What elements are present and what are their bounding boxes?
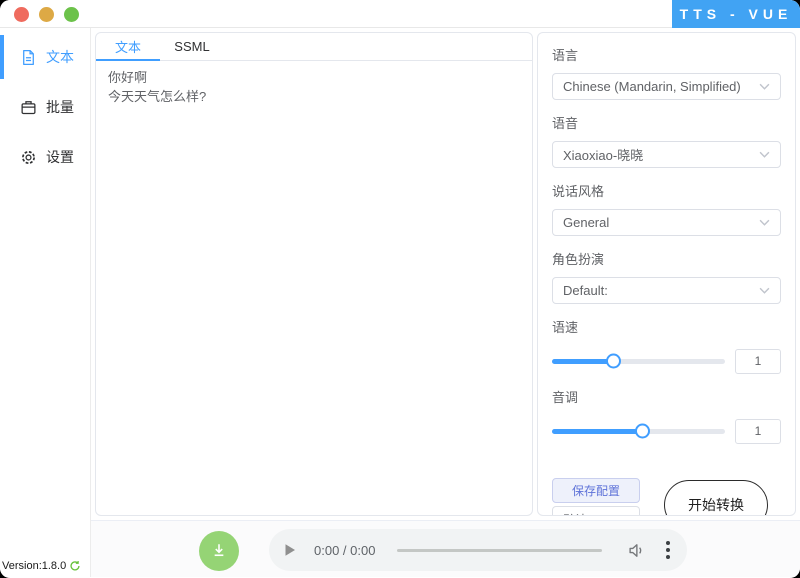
app-window: TTS - VUE 文本 批量 设置 Version:1.8.0 文本 SSML… [0,0,800,578]
pitch-label: 音调 [552,390,579,405]
config-select[interactable]: 默认 [552,506,640,517]
pitch-slider-handle[interactable] [634,423,650,439]
sidebar-item-settings[interactable]: 设置 [0,132,90,182]
play-button[interactable] [284,543,296,557]
version-text: Version:1.8.0 [2,560,81,572]
chevron-down-icon [759,151,770,158]
text-editor-panel: 文本 SSML 你好啊 今天天气怎么样? [95,32,533,516]
seek-bar[interactable] [397,548,602,552]
batch-box-icon [20,99,37,116]
download-button[interactable] [199,531,239,571]
pitch-input[interactable] [735,418,781,444]
role-value: Default: [563,283,608,298]
titlebar: TTS - VUE [0,0,800,28]
sidebar-item-label: 批量 [46,99,74,115]
config-value: 默认 [563,511,618,516]
download-icon [211,542,227,561]
more-options-icon[interactable] [664,539,672,561]
gear-icon [20,149,37,166]
role-label: 角色扮演 [552,252,605,267]
sidebar-item-label: 设置 [46,149,74,165]
playback-time: 0:00 / 0:00 [314,542,376,558]
start-conversion-button[interactable]: 开始转换 [664,480,768,515]
chevron-down-icon [759,83,770,90]
editor-tabs: 文本 SSML [96,33,532,61]
settings-panel: 语言 Chinese (Mandarin, Simplified) 语音 Xia… [537,32,796,516]
speed-slider-handle[interactable] [605,353,621,369]
text-input-area[interactable]: 你好啊 今天天气怎么样? [96,61,532,515]
sidebar-item-label: 文本 [46,49,74,65]
tab-text[interactable]: 文本 [96,33,160,61]
refresh-icon[interactable] [69,560,81,572]
minimize-button[interactable] [39,7,54,22]
sidebar-item-text[interactable]: 文本 [0,32,90,82]
text-line: 今天天气怎么样? [108,89,207,104]
app-logo: TTS - VUE [672,0,800,28]
style-value: General [563,215,610,230]
close-button[interactable] [14,7,29,22]
language-label: 语言 [552,48,579,63]
style-select[interactable]: General [552,209,781,236]
chevron-down-icon [618,516,629,517]
volume-icon[interactable] [628,543,647,558]
language-select[interactable]: Chinese (Mandarin, Simplified) [552,73,781,100]
voice-value: Xiaoxiao-晓晓 [563,148,644,163]
audio-player: 0:00 / 0:00 [269,529,687,571]
save-config-button[interactable]: 保存配置 [552,478,640,503]
tab-ssml[interactable]: SSML [160,33,224,60]
language-value: Chinese (Mandarin, Simplified) [563,79,741,94]
pitch-slider[interactable] [552,423,725,439]
speed-input[interactable] [735,348,781,374]
maximize-button[interactable] [64,7,79,22]
speed-slider[interactable] [552,353,725,369]
player-bar: 0:00 / 0:00 [91,520,800,577]
speed-label: 语速 [552,320,579,335]
sidebar-item-batch[interactable]: 批量 [0,82,90,132]
sidebar: 文本 批量 设置 Version:1.8.0 [0,28,91,577]
chevron-down-icon [759,287,770,294]
traffic-lights [14,7,79,22]
style-label: 说话风格 [552,184,605,199]
role-select[interactable]: Default: [552,277,781,304]
document-icon [20,49,37,66]
voice-select[interactable]: Xiaoxiao-晓晓 [552,141,781,168]
voice-label: 语音 [552,116,579,131]
chevron-down-icon [759,219,770,226]
text-line: 你好啊 [108,70,148,85]
